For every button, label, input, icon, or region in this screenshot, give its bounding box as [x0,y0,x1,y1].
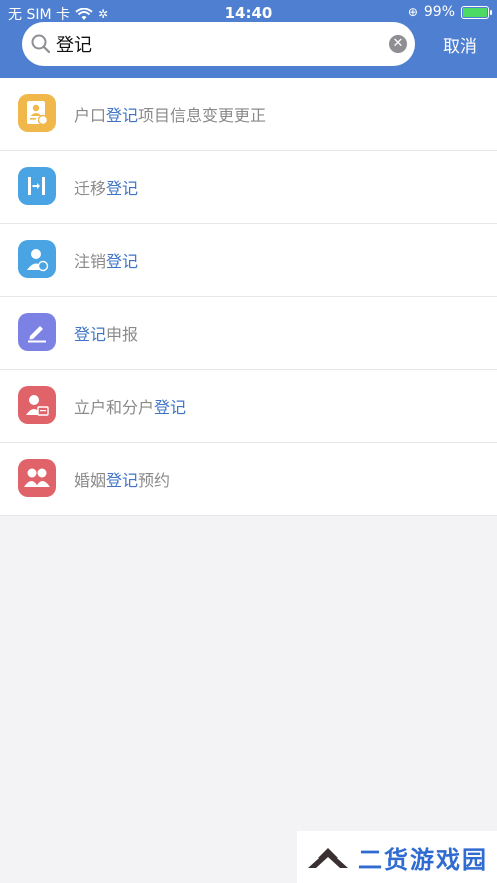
watermark-logo-icon [308,848,348,868]
battery-percent: 99% [423,4,455,20]
watermark-text: 二货游戏园 [358,845,488,874]
list-item[interactable]: 婚姻登记预约 [0,443,497,516]
results-list: 户口登记项目信息变更更正 迁移登记 注销登记 登记申报 立户和分户登记 婚姻登记… [0,78,497,516]
edit-declare-icon [18,313,56,351]
watermark: 二货游戏园 [297,831,497,883]
cancel-button[interactable]: 取消 [443,32,477,57]
list-item[interactable]: 登记申报 [0,297,497,370]
search-icon [31,34,51,54]
migration-icon [18,167,56,205]
cancel-user-icon [18,240,56,278]
result-label: 婚姻登记预约 [74,471,171,490]
result-label: 注销登记 [74,252,139,271]
result-label: 登记申报 [74,325,139,344]
list-item[interactable]: 注销登记 [0,224,497,297]
list-item[interactable]: 立户和分户登记 [0,370,497,443]
result-label: 户口登记项目信息变更更正 [74,106,267,125]
list-item[interactable]: 户口登记项目信息变更更正 [0,78,497,151]
result-label: 迁移登记 [74,179,139,198]
user-card-icon [18,386,56,424]
status-right: ⊕ 99% [407,4,492,20]
household-register-icon [18,94,56,132]
marriage-icon [18,459,56,497]
rotation-lock-icon: ⊕ [407,5,418,19]
clear-icon[interactable]: ✕ [389,35,407,53]
battery-icon [461,5,492,19]
search-bar[interactable]: ✕ [22,22,415,66]
search-input[interactable] [56,30,376,58]
list-item[interactable]: 迁移登记 [0,151,497,224]
result-label: 立户和分户登记 [74,398,187,417]
